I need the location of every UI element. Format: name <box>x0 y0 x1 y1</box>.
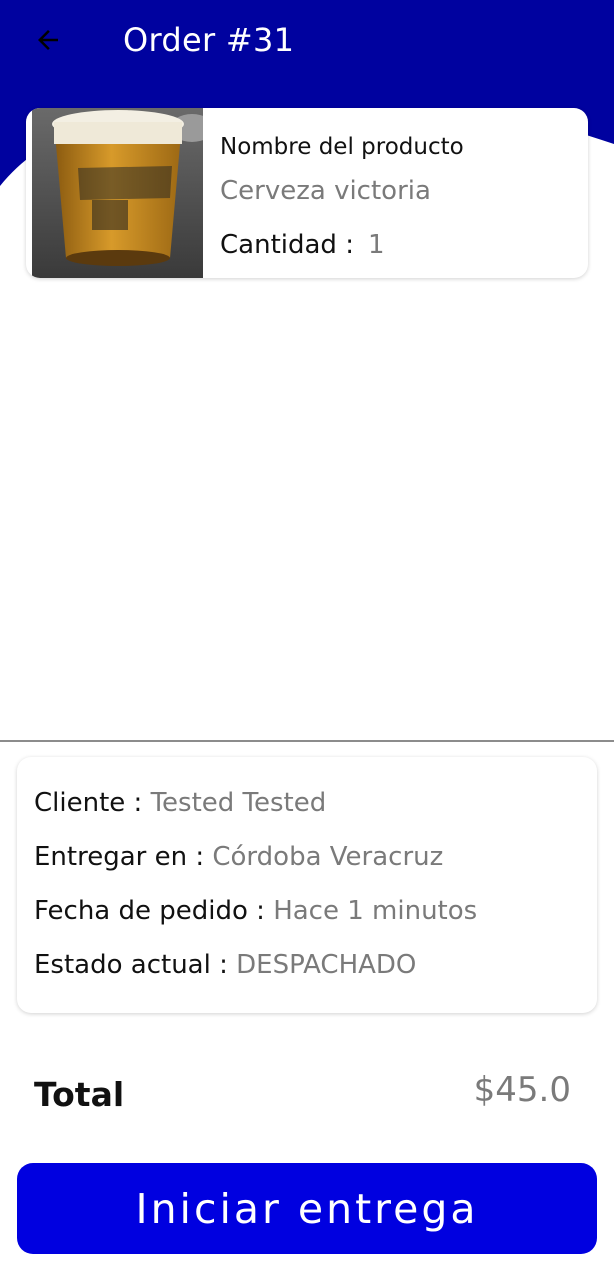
client-row: Cliente : Tested Tested <box>34 786 326 820</box>
product-name-label: Nombre del producto <box>220 134 464 160</box>
arrow-left-icon <box>38 30 58 50</box>
status-label: Estado actual : <box>34 950 228 980</box>
quantity-row: Cantidad : 1 <box>220 228 385 262</box>
quantity-label: Cantidad : <box>220 230 354 260</box>
order-detail-screen: Order #31 Nombre del producto Cerveza vi… <box>0 0 614 1280</box>
client-value: Tested Tested <box>150 788 327 818</box>
back-button[interactable] <box>28 20 68 60</box>
product-card[interactable]: Nombre del producto Cerveza victoria Can… <box>26 108 588 278</box>
deliver-to-label: Entregar en : <box>34 842 205 872</box>
status-value: DESPACHADO <box>236 950 417 980</box>
product-image <box>32 108 203 278</box>
app-bar: Order #31 <box>0 0 614 86</box>
order-date-value: Hace 1 minutos <box>273 896 478 926</box>
quantity-value: 1 <box>367 230 385 260</box>
order-date-label: Fecha de pedido : <box>34 896 265 926</box>
section-divider <box>0 740 614 742</box>
deliver-to-value: Córdoba Veracruz <box>212 842 444 872</box>
total-value: $45.0 <box>473 1070 571 1110</box>
beer-glass-photo <box>32 108 203 278</box>
deliver-to-row: Entregar en : Córdoba Veracruz <box>34 840 443 874</box>
start-delivery-button[interactable]: Iniciar entrega <box>17 1163 597 1254</box>
order-date-row: Fecha de pedido : Hace 1 minutos <box>34 894 477 928</box>
product-info: Nombre del producto Cerveza victoria Can… <box>220 108 570 278</box>
page-title: Order #31 <box>123 21 295 59</box>
client-label: Cliente : <box>34 788 143 818</box>
total-label: Total <box>34 1075 125 1114</box>
product-name-value: Cerveza victoria <box>220 176 431 206</box>
status-row: Estado actual : DESPACHADO <box>34 948 416 982</box>
order-details-card: Cliente : Tested Tested Entregar en : Có… <box>17 757 597 1013</box>
